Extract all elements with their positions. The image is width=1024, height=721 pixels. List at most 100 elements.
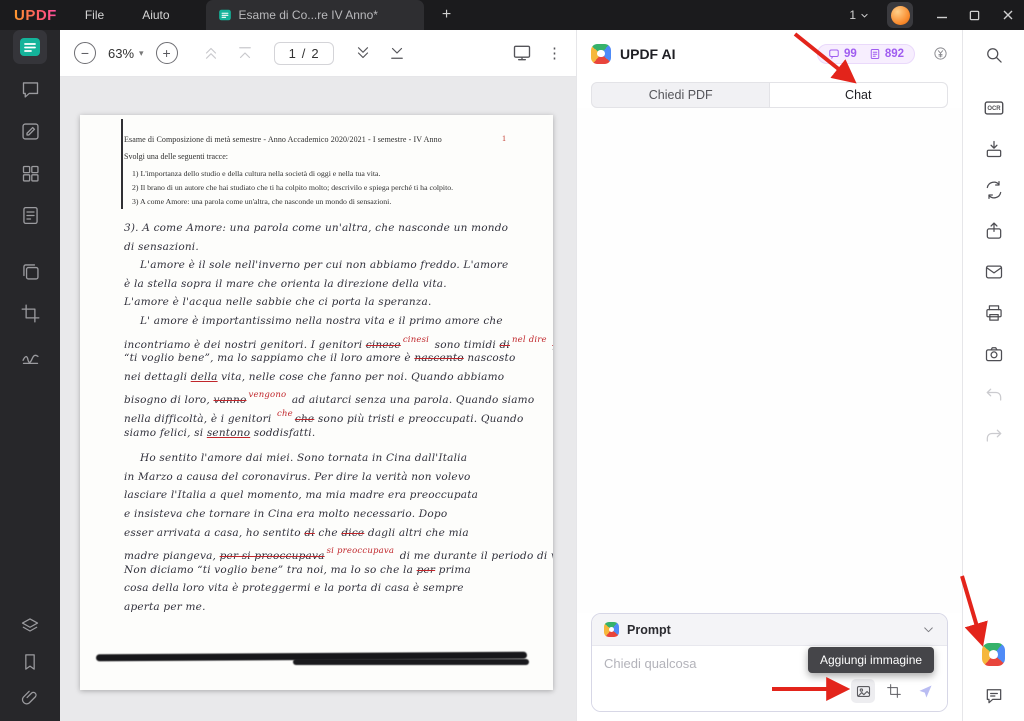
search-button[interactable] [979, 40, 1009, 70]
question-credits: 99 [828, 48, 857, 60]
pdf-page[interactable]: Esame di Composizione di metà semestre -… [80, 115, 553, 690]
redo-button[interactable] [979, 421, 1009, 451]
handwritten-line: L'amore è il sole nell'inverno per cui n… [140, 259, 509, 272]
toolbar-overflow-menu[interactable]: ⋮ [547, 44, 562, 62]
crop-tool-icon [21, 304, 39, 322]
add-image-button[interactable] [851, 679, 875, 703]
convert-button[interactable] [979, 175, 1009, 205]
previous-page-button[interactable] [234, 42, 256, 64]
new-tab-button[interactable]: + [436, 6, 458, 24]
handwritten-line: L' amore è importantissimo nella nostra … [140, 314, 503, 327]
exam-tracks: 1) L'importanza dello studio e della cul… [132, 168, 494, 210]
compress-button[interactable] [979, 134, 1009, 164]
prompt-collapse-button[interactable] [922, 623, 935, 636]
share-button[interactable] [979, 216, 1009, 246]
zoom-out-button[interactable]: − [74, 42, 96, 64]
window-count-value: 1 [849, 8, 856, 22]
screenshot-button[interactable] [882, 679, 906, 703]
signature-tool-button[interactable] [13, 338, 47, 372]
handwritten-line: siamo felici, si sentono soddisfatti. [124, 426, 316, 439]
menu-file[interactable]: File [85, 8, 104, 22]
handwritten-line: L'amore è l'acqua nelle sabbie che ci po… [124, 296, 432, 309]
screenshot-tool-button[interactable] [979, 339, 1009, 369]
right-tool-rail: OCR [962, 30, 1024, 721]
updf-ai-logo-icon [591, 43, 611, 64]
handwritten-line: “ti voglio bene”, ma lo sappiamo che il … [124, 352, 516, 365]
exam-instruction: Svolgi una delle seguenti tracce: [124, 152, 228, 161]
comment-tool-icon [22, 81, 38, 98]
ai-credits-pill[interactable]: 99 892 [817, 43, 915, 64]
handwritten-line: bisogno di loro, vanno vengono ad aiutarc… [124, 390, 535, 407]
left-tool-rail [0, 30, 60, 721]
scan-artifact-line [121, 119, 123, 209]
send-button[interactable] [913, 679, 937, 703]
exam-header: Esame di Composizione di metà semestre -… [124, 135, 442, 144]
ai-tab-bar: Chiedi PDF Chat [591, 82, 948, 108]
ai-prompt-input[interactable] [604, 656, 820, 671]
current-page: 1 [288, 45, 296, 61]
topup-credits-button[interactable] [933, 46, 948, 61]
undo-button[interactable] [979, 380, 1009, 410]
updf-logo: UPDF [14, 6, 57, 24]
crop-tool-button[interactable] [13, 296, 47, 330]
print-button[interactable] [979, 298, 1009, 328]
titlebar-right: 1 [843, 0, 1024, 30]
tab-chiedi-pdf[interactable]: Chiedi PDF [592, 83, 770, 107]
left-rail-bottom [15, 605, 45, 721]
exam-track-item: 2) Il brano di un autore che hai studiat… [132, 183, 454, 193]
feedback-icon [986, 689, 1001, 704]
maximize-button[interactable] [958, 0, 991, 30]
word-credits: 892 [869, 48, 904, 60]
ocr-button[interactable]: OCR [979, 93, 1009, 123]
menu-help[interactable]: Aiuto [142, 8, 169, 22]
bookmarks-panel-button[interactable] [15, 647, 45, 677]
reader-mode-button[interactable] [13, 30, 47, 64]
mail-button[interactable] [979, 257, 1009, 287]
page-indicator[interactable]: 1 / 2 [273, 41, 334, 65]
reader-mode-icon [20, 38, 40, 56]
minimize-button[interactable] [925, 0, 958, 30]
chevron-up-line-icon [238, 47, 251, 59]
extract-pages-button[interactable] [13, 254, 47, 288]
presentation-mode-button[interactable] [511, 42, 533, 64]
exam-track-item: 3) A come Amore: una parola come un'altr… [132, 197, 392, 207]
organize-pages-button[interactable] [13, 156, 47, 190]
zoom-in-button[interactable]: + [155, 42, 178, 64]
first-page-button[interactable] [200, 42, 222, 64]
last-page-button[interactable] [386, 42, 408, 64]
pages-copy-icon [22, 263, 39, 280]
user-avatar[interactable] [887, 2, 913, 28]
comment-tool-button[interactable] [13, 72, 47, 106]
handwriting-block: 3). A come Amore: una parola come un'alt… [124, 219, 553, 616]
handwritten-line: nella difficoltà, è i genitori che che so… [124, 408, 524, 425]
layers-panel-button[interactable] [15, 611, 45, 641]
edit-tool-button[interactable] [13, 114, 47, 148]
zoom-level-dropdown[interactable]: 63% ▾ [108, 46, 144, 61]
next-page-button[interactable] [352, 42, 374, 64]
document-toolbar: − 63% ▾ + 1 / 2 ⋮ [60, 30, 576, 77]
handwritten-line: Ho sentito l'amore dai miei. Sono tornat… [140, 452, 468, 465]
close-button[interactable] [991, 0, 1024, 30]
search-icon [986, 48, 1002, 63]
window-count-dropdown[interactable]: 1 [843, 8, 875, 22]
chevron-down-icon [924, 627, 933, 633]
document-tab[interactable]: Esame di Co...re IV Anno* [205, 0, 424, 30]
handwritten-line: madre piangeva, per si preoccupava si pre… [124, 546, 553, 563]
zoom-level-value: 63% [108, 45, 135, 61]
document-viewport[interactable]: Esame di Composizione di metà semestre -… [60, 77, 576, 721]
edit-tool-icon [21, 122, 39, 140]
handwritten-line: in Marzo a causa del coronavirus. Per di… [124, 470, 471, 483]
handwritten-line: Non diciamo “ti voglio bene” tra noi, ma… [124, 563, 471, 576]
scan-artifact-smudge [292, 659, 529, 665]
avatar-image [890, 5, 910, 25]
prompt-label: Prompt [627, 622, 671, 637]
handwritten-line: nei dettagli della vita, nelle cose che … [124, 370, 505, 383]
updf-ai-button[interactable] [982, 643, 1005, 666]
chevron-down-icon: ▾ [139, 47, 144, 58]
prompt-header[interactable]: Prompt [592, 614, 947, 646]
feedback-button[interactable] [979, 681, 1009, 711]
double-chevron-up-icon [205, 47, 216, 59]
attachments-panel-button[interactable] [15, 683, 45, 713]
forms-tool-button[interactable] [13, 198, 47, 232]
tab-chat[interactable]: Chat [769, 83, 947, 107]
